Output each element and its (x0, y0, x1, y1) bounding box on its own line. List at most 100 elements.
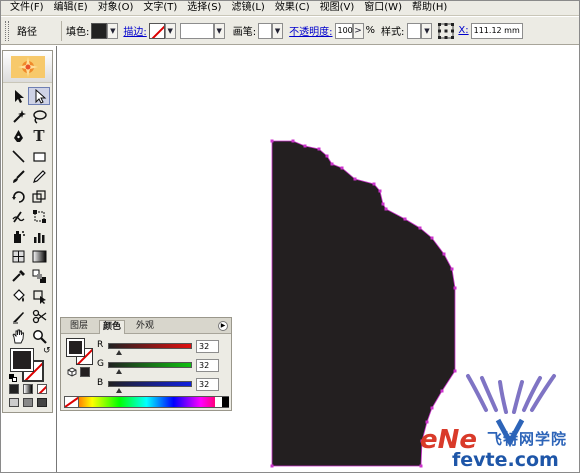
anchor-point[interactable] (430, 236, 434, 240)
full-screen-menu-mode-button[interactable] (23, 398, 33, 407)
reference-point-icon[interactable] (438, 22, 455, 39)
opacity-popup-button[interactable]: > (352, 22, 364, 39)
magic-wand-tool[interactable] (7, 107, 29, 125)
spectrum-white-swatch[interactable] (215, 397, 222, 407)
x-position-field[interactable]: 111.12 mm (470, 22, 523, 39)
zoom-tool[interactable] (28, 327, 50, 345)
anchor-point[interactable] (384, 207, 388, 211)
style-dropdown[interactable]: ▼ (421, 22, 433, 39)
tab-layers[interactable]: 图层 (67, 320, 91, 334)
style-field[interactable] (407, 22, 422, 39)
live-paint-selection-tool[interactable] (28, 287, 50, 305)
spectrum-black-swatch[interactable] (222, 397, 229, 407)
menu-view[interactable]: 视图(V) (315, 1, 360, 15)
column-graph-tool[interactable] (28, 227, 50, 245)
anchor-point[interactable] (450, 267, 454, 271)
anchor-point[interactable] (325, 154, 329, 158)
anchor-point[interactable] (353, 177, 357, 181)
live-paint-bucket-tool[interactable] (7, 287, 29, 305)
standard-screen-mode-button[interactable] (9, 398, 19, 407)
red-value-field[interactable]: 32 (196, 340, 219, 353)
anchor-point[interactable] (372, 182, 376, 186)
rectangle-tool[interactable] (28, 147, 50, 165)
tab-appearance[interactable]: 外观 (133, 320, 157, 334)
line-segment-tool[interactable] (7, 147, 29, 165)
red-slider[interactable] (108, 343, 192, 349)
stroke-weight-dropdown[interactable]: ▼ (213, 22, 225, 39)
opacity-field[interactable]: 100 (334, 22, 353, 39)
color-spectrum-bar[interactable] (64, 396, 229, 408)
anchor-point[interactable] (340, 166, 344, 170)
blue-slider[interactable] (108, 381, 192, 387)
illustrator-logo-icon[interactable] (11, 56, 45, 78)
tab-color[interactable]: 颜色 (99, 320, 126, 334)
fill-color-box[interactable] (10, 348, 34, 372)
direct-selection-tool[interactable] (28, 87, 50, 105)
mesh-tool[interactable] (7, 247, 29, 265)
anchor-point[interactable] (291, 139, 295, 143)
menu-window[interactable]: 窗口(W) (359, 1, 407, 15)
blue-value-field[interactable]: 32 (196, 378, 219, 391)
panel-fill-box[interactable] (66, 338, 85, 357)
warp-tool[interactable] (7, 207, 29, 225)
fill-dropdown[interactable]: ▼ (107, 22, 119, 39)
menu-select[interactable]: 选择(S) (182, 1, 226, 15)
menu-object[interactable]: 对象(O) (93, 1, 139, 15)
out-of-gamut-icon[interactable] (67, 367, 77, 377)
scale-tool[interactable] (28, 187, 50, 205)
lasso-tool[interactable] (28, 107, 50, 125)
stroke-label[interactable]: 描边: (123, 23, 146, 38)
menu-file[interactable]: 文件(F) (5, 1, 49, 15)
anchor-point[interactable] (270, 139, 274, 143)
closest-color-swatch[interactable] (80, 367, 90, 377)
green-slider[interactable] (108, 362, 192, 368)
none-mode-button[interactable] (37, 384, 47, 394)
menu-effect[interactable]: 效果(C) (270, 1, 315, 15)
blue-slider-thumb[interactable] (115, 388, 122, 393)
free-transform-tool[interactable] (28, 207, 50, 225)
anchor-point[interactable] (317, 147, 321, 151)
anchor-point[interactable] (330, 162, 334, 166)
x-label[interactable]: X: (458, 25, 468, 36)
menu-type[interactable]: 文字(T) (138, 1, 182, 15)
paintbrush-tool[interactable] (7, 167, 29, 185)
green-value-field[interactable]: 32 (196, 359, 219, 372)
menu-help[interactable]: 帮助(H) (407, 1, 452, 15)
color-mode-button[interactable] (9, 384, 19, 394)
fill-swatch[interactable] (91, 22, 108, 39)
gradient-tool[interactable] (28, 247, 50, 265)
swap-colors-icon[interactable]: ↺ (43, 347, 51, 356)
pencil-tool[interactable] (28, 167, 50, 185)
green-slider-thumb[interactable] (115, 369, 122, 374)
brush-field[interactable] (258, 22, 273, 39)
anchor-point[interactable] (378, 189, 382, 193)
anchor-point[interactable] (403, 217, 407, 221)
panel-menu-button[interactable]: ▶ (218, 321, 228, 331)
rotate-tool[interactable] (7, 187, 29, 205)
blend-tool[interactable] (28, 267, 50, 285)
opacity-label[interactable]: 不透明度: (289, 23, 332, 38)
stroke-weight-field[interactable] (179, 22, 214, 39)
anchor-point[interactable] (381, 202, 385, 206)
symbol-sprayer-tool[interactable] (7, 227, 29, 245)
slice-tool[interactable] (7, 307, 29, 325)
menu-edit[interactable]: 编辑(E) (49, 1, 93, 15)
anchor-point[interactable] (418, 226, 422, 230)
type-tool[interactable]: T (28, 127, 50, 145)
menu-filter[interactable]: 滤镜(L) (226, 1, 269, 15)
selection-tool[interactable] (7, 87, 29, 105)
spectrum-none-swatch[interactable] (65, 397, 79, 407)
anchor-point[interactable] (303, 144, 307, 148)
anchor-point[interactable] (453, 286, 457, 290)
control-bar-grip[interactable] (5, 20, 9, 41)
anchor-point[interactable] (270, 464, 274, 468)
pen-tool[interactable] (7, 127, 29, 145)
brush-dropdown[interactable]: ▼ (272, 22, 284, 39)
anchor-point[interactable] (442, 252, 446, 256)
scissors-tool[interactable] (28, 307, 50, 325)
gradient-mode-button[interactable] (23, 384, 33, 394)
full-screen-mode-button[interactable] (37, 398, 47, 407)
red-slider-thumb[interactable] (115, 350, 122, 355)
stroke-swatch[interactable] (148, 22, 165, 39)
hand-tool[interactable] (7, 327, 29, 345)
